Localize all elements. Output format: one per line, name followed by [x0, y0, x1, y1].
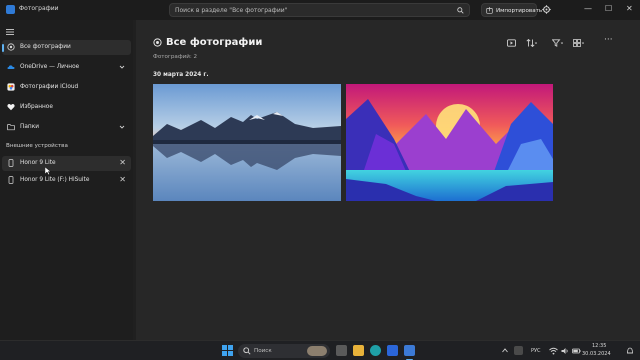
photos-icon [153, 38, 162, 47]
onedrive-cloud-icon [7, 65, 15, 69]
icloud-icon [7, 83, 15, 91]
sidebar-item-label: Избранное [20, 104, 53, 110]
title-bar: Фотографии Поиск в разделе "Все фотограф… [0, 0, 640, 20]
view-grid-icon[interactable] [573, 39, 584, 47]
mountain-lake-image [153, 84, 341, 201]
settings-gear-icon[interactable] [542, 5, 551, 14]
photo-tile-colorful-mountains[interactable] [346, 84, 553, 201]
slideshow-icon[interactable] [507, 39, 516, 47]
sidebar-item-device-honor-hisuite[interactable]: Honor 9 Lite (F:) HiSuite ✕ [2, 173, 131, 188]
clock-date[interactable]: 30.03.2024 [582, 351, 611, 357]
sidebar-item-label: Honor 9 Lite [20, 160, 56, 166]
external-devices-heading: Внешние устройства [6, 143, 68, 149]
import-button[interactable]: Импортировать [481, 3, 542, 17]
maximize-button[interactable]: ☐ [605, 4, 612, 13]
sidebar: Все фотографии OneDrive — Личное Фотогра… [0, 20, 133, 340]
tray-app-icon[interactable] [514, 346, 523, 355]
colorful-mountains-image [346, 84, 553, 201]
clock-time[interactable]: 12:35 [592, 343, 606, 349]
active-indicator [2, 44, 4, 52]
app-title: Фотографии [19, 5, 59, 12]
windows-start-icon[interactable] [222, 345, 233, 356]
sort-icon[interactable] [526, 39, 537, 47]
task-view-icon[interactable] [336, 345, 347, 356]
photos-taskbar-icon[interactable] [404, 345, 415, 356]
sidebar-item-icloud[interactable]: Фотографии iCloud [2, 80, 131, 95]
language-indicator[interactable]: РУС [531, 348, 541, 354]
sidebar-item-device-honor[interactable]: Honor 9 Lite ✕ [2, 156, 131, 171]
sidebar-item-label: Honor 9 Lite (F:) HiSuite [20, 177, 90, 183]
mouse-cursor-icon [45, 167, 51, 175]
import-icon [486, 7, 493, 14]
sidebar-item-label: Фотографии iCloud [20, 84, 79, 90]
search-highlight-icon [307, 346, 327, 356]
edge-browser-icon[interactable] [370, 345, 381, 356]
close-button[interactable]: ✕ [626, 4, 633, 13]
file-explorer-icon[interactable] [353, 345, 364, 356]
phone-icon [8, 176, 14, 184]
heart-icon [7, 103, 15, 111]
notification-bell-icon[interactable] [626, 347, 634, 355]
photo-count: Фотографий: 2 [153, 54, 198, 60]
phone-icon [8, 159, 14, 167]
hamburger-menu-icon[interactable] [6, 29, 14, 35]
page-title: Все фотографии [166, 37, 263, 48]
chevron-down-icon[interactable] [119, 64, 125, 70]
chevron-down-icon[interactable] [119, 124, 125, 130]
search-icon[interactable] [457, 7, 464, 14]
photos-app-icon [6, 5, 15, 14]
sidebar-item-label: Все фотографии [20, 44, 71, 50]
remove-device-button[interactable]: ✕ [119, 158, 126, 167]
sidebar-item-label: OneDrive — Личное [20, 64, 80, 70]
remove-device-button[interactable]: ✕ [119, 175, 126, 184]
more-options-button[interactable]: ··· [604, 35, 613, 45]
main-content: Все фотографии Фотографий: 2 ··· 30 март… [136, 20, 640, 340]
photos-icon [7, 43, 15, 51]
taskbar: Поиск РУС 12:35 30.03.2024 [0, 340, 640, 360]
taskbar-search-label: Поиск [254, 348, 272, 354]
sidebar-item-all-photos[interactable]: Все фотографии [2, 40, 131, 55]
sidebar-item-label: Папки [20, 124, 39, 130]
sidebar-item-favorites[interactable]: Избранное [2, 100, 131, 115]
wifi-icon[interactable] [549, 347, 558, 355]
photo-tile-mountain-lake[interactable] [153, 84, 341, 201]
minimize-button[interactable]: — [584, 4, 592, 13]
search-icon [243, 347, 251, 355]
chevron-up-icon[interactable] [502, 348, 508, 353]
search-placeholder: Поиск в разделе "Все фотографии" [175, 7, 288, 14]
sidebar-item-onedrive[interactable]: OneDrive — Личное [2, 60, 131, 75]
search-input[interactable]: Поиск в разделе "Все фотографии" [169, 3, 470, 17]
folder-icon [7, 124, 15, 131]
volume-icon[interactable] [561, 347, 569, 355]
store-icon[interactable] [387, 345, 398, 356]
filter-icon[interactable] [552, 39, 563, 47]
battery-icon[interactable] [572, 347, 581, 355]
import-label: Импортировать [496, 8, 543, 14]
sidebar-item-folders[interactable]: Папки [2, 120, 131, 135]
taskbar-search[interactable]: Поиск [238, 344, 330, 358]
date-group-header: 30 марта 2024 г. [153, 72, 209, 78]
